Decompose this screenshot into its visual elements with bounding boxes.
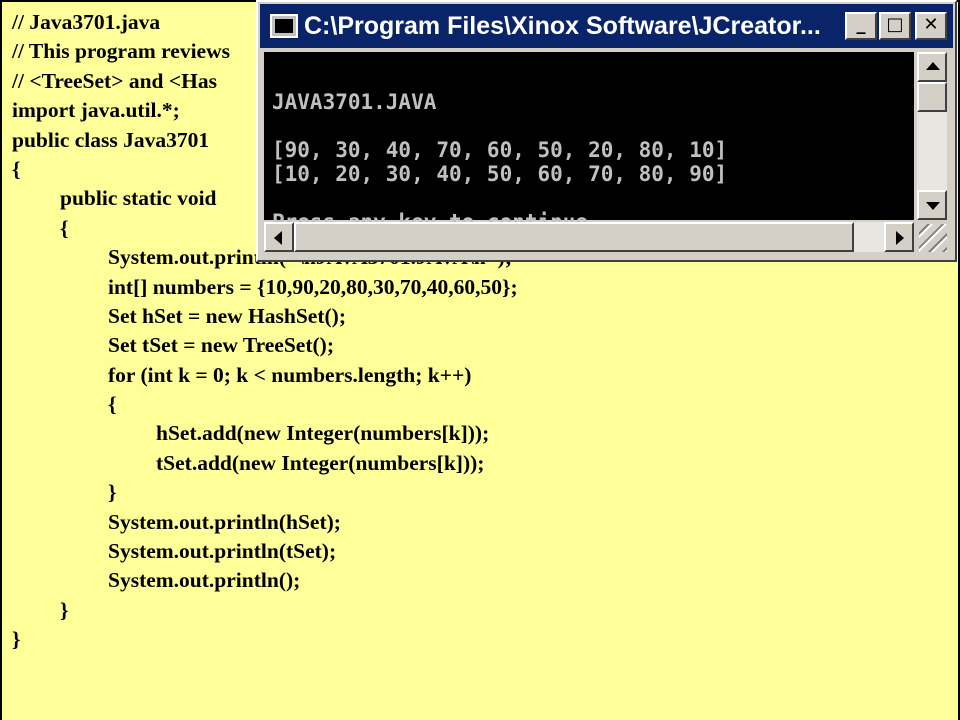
arrow-up-icon: [926, 62, 940, 70]
scroll-left-button[interactable]: [264, 222, 294, 252]
vertical-scrollbar[interactable]: [917, 52, 947, 220]
maximize-button[interactable]: □: [879, 12, 911, 40]
console-output-area[interactable]: JAVA3701.JAVA [90, 30, 40, 70, 60, 50, 20…: [264, 52, 914, 234]
console-output-line: [90, 30, 40, 70, 60, 50, 20, 80, 10]: [272, 138, 728, 162]
minimize-button[interactable]: _: [845, 12, 877, 40]
code-line: Set hSet = new HashSet();: [108, 303, 346, 328]
close-button[interactable]: ✕: [915, 12, 947, 40]
code-line: System.out.println();: [108, 568, 301, 593]
console-output-line: [272, 114, 727, 138]
code-line: }: [108, 480, 117, 505]
scroll-right-button[interactable]: [884, 222, 914, 252]
code-line: Set tSet = new TreeSet();: [108, 333, 334, 358]
code-line: {: [108, 392, 117, 417]
resize-grip-icon[interactable]: [919, 224, 947, 252]
code-line: int[] numbers = {10,90,20,80,30,70,40,60…: [108, 274, 518, 299]
horizontal-scrollbar[interactable]: [264, 222, 914, 252]
scroll-down-button[interactable]: [917, 190, 947, 220]
console-output-line: [10, 20, 30, 40, 50, 60, 70, 80, 90]: [272, 162, 728, 186]
vertical-scroll-thumb[interactable]: [917, 82, 947, 112]
console-window[interactable]: C:\Program Files\Xinox Software\JCreator…: [256, 0, 957, 262]
console-title: C:\Program Files\Xinox Software\JCreator…: [304, 12, 821, 40]
code-line: for (int k = 0; k < numbers.length; k++): [108, 362, 472, 387]
code-line: tSet.add(new Integer(numbers[k]));: [156, 450, 485, 475]
console-window-icon[interactable]: [270, 14, 298, 38]
console-output-line: JAVA3701.JAVA: [272, 90, 437, 114]
console-output-lines: JAVA3701.JAVA [90, 30, 40, 70, 60, 50, 20…: [272, 66, 727, 234]
code-line: System.out.println(hSet);: [108, 509, 341, 534]
arrow-left-icon: [274, 231, 282, 245]
scroll-up-button[interactable]: [917, 52, 947, 82]
arrow-down-icon: [926, 202, 940, 210]
code-line: }: [12, 627, 21, 652]
arrow-right-icon: [896, 231, 904, 245]
console-title-bar[interactable]: C:\Program Files\Xinox Software\JCreator…: [260, 4, 953, 48]
code-line: }: [60, 597, 69, 622]
code-line: hSet.add(new Integer(numbers[k]));: [156, 421, 490, 446]
console-output-line: [272, 66, 727, 90]
horizontal-scroll-thumb[interactable]: [294, 222, 854, 252]
console-output-line: [272, 186, 727, 210]
code-line: System.out.println(tSet);: [108, 539, 337, 564]
